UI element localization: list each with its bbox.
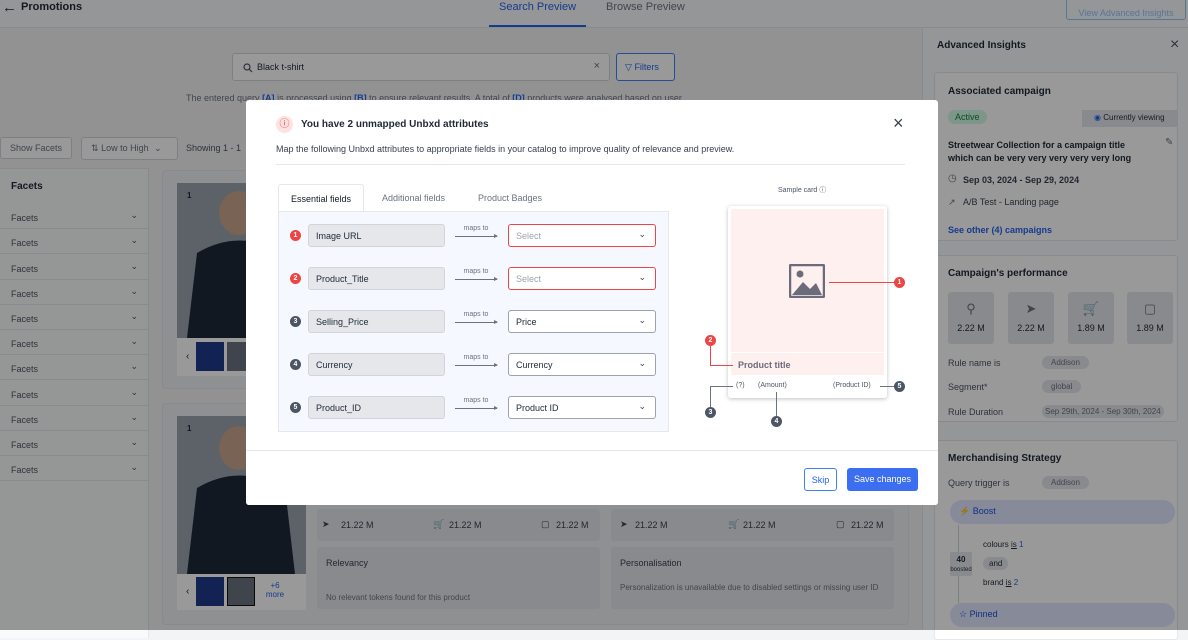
select-value: Select bbox=[516, 274, 542, 284]
sample-card-label: Sample card ⓘ bbox=[778, 185, 826, 195]
select-value: Select bbox=[516, 231, 542, 241]
info-icon: ⓘ bbox=[819, 187, 827, 194]
callout-line bbox=[710, 346, 711, 365]
chevron-down-icon: ⌄ bbox=[638, 358, 646, 368]
image-placeholder-icon bbox=[789, 264, 825, 298]
sample-image-area bbox=[731, 209, 884, 352]
tab-essential-fields[interactable]: Essential fields bbox=[278, 184, 365, 212]
callout-number: 4 bbox=[771, 416, 782, 427]
chevron-down-icon: ⌄ bbox=[638, 272, 646, 282]
field-select[interactable]: Product ID ⌄ bbox=[508, 396, 656, 419]
tab-additional-fields[interactable]: Additional fields bbox=[382, 184, 445, 212]
sample-currency: (?) bbox=[736, 382, 745, 389]
callout-line bbox=[710, 386, 711, 407]
row-number: 5 bbox=[290, 402, 301, 413]
tab-product-badges[interactable]: Product Badges bbox=[478, 184, 542, 212]
callout-line bbox=[710, 365, 733, 366]
select-value: Currency bbox=[516, 360, 553, 370]
attribute-name: Product_Title bbox=[308, 267, 445, 290]
callout-line bbox=[829, 282, 895, 283]
attribute-name: Image URL bbox=[308, 224, 445, 247]
chevron-down-icon: ⌄ bbox=[638, 401, 646, 411]
dialog-title: You have 2 unmapped Unbxd attributes bbox=[301, 119, 489, 130]
sample-amount: (Amount) bbox=[758, 382, 787, 389]
dialog-description: Map the following Unbxd attributes to ap… bbox=[276, 144, 735, 154]
field-select[interactable]: Price ⌄ bbox=[508, 310, 656, 333]
divider bbox=[276, 164, 905, 165]
select-value: Product ID bbox=[516, 403, 559, 413]
chevron-down-icon: ⌄ bbox=[638, 229, 646, 239]
attribute-name: Currency bbox=[308, 353, 445, 376]
callout-line bbox=[776, 392, 777, 416]
callout-number: 3 bbox=[705, 407, 716, 418]
arrow-right-icon bbox=[455, 320, 498, 324]
sample-card: Product title (?) (Amount) (Product ID) bbox=[728, 206, 887, 398]
callout-number: 2 bbox=[705, 335, 716, 346]
warning-icon: ⓘ bbox=[276, 116, 293, 133]
select-value: Price bbox=[516, 317, 537, 327]
save-changes-button[interactable]: Save changes bbox=[847, 468, 918, 491]
sample-card-text: Sample card bbox=[778, 187, 818, 194]
maps-to-label: maps to bbox=[463, 225, 489, 232]
row-number: 3 bbox=[290, 316, 301, 327]
row-number: 4 bbox=[290, 359, 301, 370]
field-select[interactable]: Select ⌄ bbox=[508, 224, 656, 247]
field-select[interactable]: Currency ⌄ bbox=[508, 353, 656, 376]
arrow-right-icon bbox=[455, 406, 498, 410]
attribute-name: Selling_Price bbox=[308, 310, 445, 333]
sample-product-id: (Product ID) bbox=[833, 382, 871, 389]
dialog-footer: Skip Save changes bbox=[246, 450, 938, 505]
arrow-right-icon bbox=[455, 363, 498, 367]
callout-line bbox=[880, 386, 895, 387]
sample-product-title: Product title bbox=[731, 353, 884, 375]
skip-button[interactable]: Skip bbox=[804, 468, 837, 491]
callout-line bbox=[710, 386, 733, 387]
chevron-down-icon: ⌄ bbox=[638, 315, 646, 325]
arrow-right-icon bbox=[455, 277, 498, 281]
row-number: 1 bbox=[290, 230, 301, 241]
callout-number: 5 bbox=[894, 381, 905, 392]
row-number: 2 bbox=[290, 273, 301, 284]
maps-to-label: maps to bbox=[463, 354, 489, 361]
maps-to-label: maps to bbox=[463, 397, 489, 404]
mapping-table: 1 Image URL maps to Select ⌄ 2 Product_Ti… bbox=[278, 211, 669, 432]
attribute-name: Product_ID bbox=[308, 396, 445, 419]
arrow-right-icon bbox=[455, 234, 498, 238]
attribute-mapping-dialog: ⓘ You have 2 unmapped Unbxd attributes ×… bbox=[246, 100, 938, 505]
maps-to-label: maps to bbox=[463, 268, 489, 275]
field-select[interactable]: Select ⌄ bbox=[508, 267, 656, 290]
maps-to-label: maps to bbox=[463, 311, 489, 318]
callout-number: 1 bbox=[894, 277, 905, 288]
close-icon[interactable]: × bbox=[893, 113, 904, 134]
